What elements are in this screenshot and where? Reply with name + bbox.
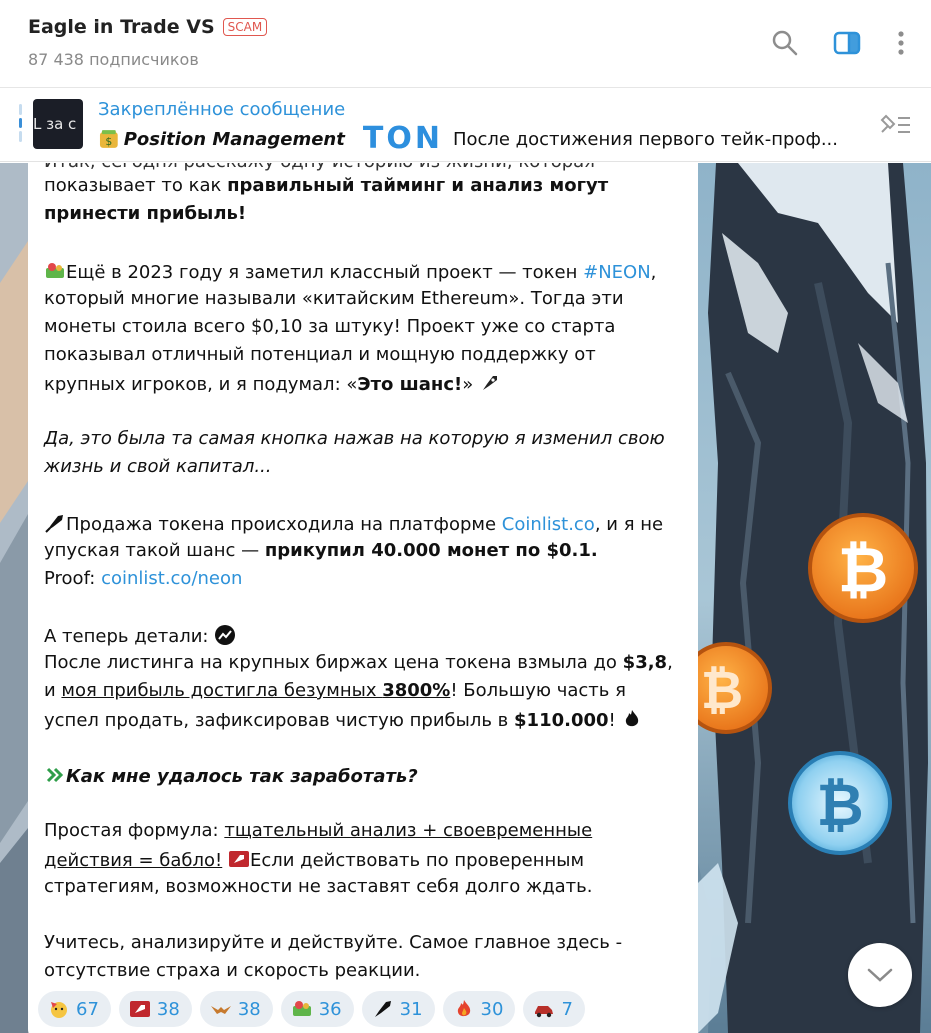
svg-text:₿: ₿ bbox=[701, 661, 743, 721]
message-heading: Как мне удалось так заработать? bbox=[44, 764, 418, 788]
message-line: крупных игроков, и я подумал: «Это шанс!… bbox=[44, 372, 501, 396]
neon-hashtag-link[interactable]: #NEON bbox=[583, 262, 651, 283]
rocket-icon bbox=[482, 376, 497, 390]
bitcoin-coin-2: ₿ bbox=[698, 642, 772, 734]
coinlist-neon-link[interactable]: coinlist.co/neon bbox=[101, 568, 242, 589]
reaction-chip[interactable]: 38 bbox=[199, 991, 273, 1027]
channel-title[interactable]: Eagle in Trade VS bbox=[28, 16, 215, 38]
scroll-to-bottom-button[interactable] bbox=[848, 943, 912, 1007]
svg-text:$: $ bbox=[105, 135, 112, 148]
message-line: Продажа токена происходила на платформе … bbox=[44, 512, 663, 536]
message-line: и моя прибыль достигла безумных 3800%! Б… bbox=[44, 680, 626, 701]
message-line: монеты стоила всего $0,10 за штуку! Прое… bbox=[44, 316, 616, 337]
party-face-icon bbox=[51, 1002, 67, 1018]
fire-icon bbox=[626, 710, 639, 727]
pin-indicator bbox=[19, 104, 22, 143]
reaction-count: 38 bbox=[237, 998, 261, 1020]
pinned-preview-title: Position Management bbox=[123, 128, 345, 150]
rocket-gift-icon bbox=[129, 1001, 150, 1017]
chat-header: Eagle in Trade VS SCAM 87 438 подписчико… bbox=[0, 0, 931, 88]
message-line: успел продать, зафиксировав чистую прибы… bbox=[44, 708, 643, 732]
chevron-down-icon bbox=[867, 968, 893, 982]
message-line: стратегиям, возможности не заставят себя… bbox=[44, 876, 593, 897]
message-line: А теперь детали: bbox=[44, 624, 236, 648]
car-icon bbox=[535, 1006, 554, 1018]
message-line: Ещё в 2023 году я заметил классный проек… bbox=[44, 260, 656, 284]
money-pile-icon bbox=[46, 263, 64, 278]
pinned-label[interactable]: Закреплённое сообщение bbox=[98, 99, 345, 120]
unpin-list-icon[interactable] bbox=[876, 110, 912, 138]
message-line: показывал отличный потенциал и мощную по… bbox=[44, 344, 596, 365]
reaction-count: 36 bbox=[318, 998, 342, 1020]
double-chevron-icon bbox=[46, 767, 64, 783]
message-line: жизнь и свой капитал... bbox=[44, 456, 272, 477]
rocket-icon bbox=[374, 1001, 391, 1017]
chat-area[interactable]: Итак, сегодня расскажу одну историю из ж… bbox=[0, 163, 931, 1033]
reaction-count: 38 bbox=[156, 998, 180, 1020]
message-line: Учитесь, анализируйте и действуйте. Само… bbox=[44, 932, 623, 953]
rocket-gift-icon bbox=[228, 851, 249, 867]
bitcoin-coin-3: ₿ bbox=[788, 751, 892, 855]
message-line: принести прибыль! bbox=[44, 203, 247, 224]
pinned-preview[interactable]: $ Position Management TON После достижен… bbox=[98, 125, 838, 153]
more-menu-icon[interactable] bbox=[886, 28, 916, 58]
subscriber-count: 87 438 подписчиков bbox=[28, 50, 199, 69]
message-line: отсутствие страха и скорость реакции. bbox=[44, 960, 421, 981]
rocket-icon bbox=[45, 515, 63, 533]
money-bag-icon: $ bbox=[99, 130, 118, 148]
reaction-chip[interactable]: 36 bbox=[280, 991, 354, 1027]
svg-text:₿: ₿ bbox=[816, 771, 863, 839]
coinlist-link[interactable]: Coinlist.co bbox=[502, 514, 595, 535]
message-line: После листинга на крупных биржах цена то… bbox=[44, 652, 673, 673]
pinned-thumbnail-text: L за с bbox=[33, 115, 77, 133]
search-icon[interactable] bbox=[770, 28, 800, 58]
reaction-chip[interactable]: 7 bbox=[523, 991, 585, 1027]
message-line: упуская такой шанс — прикупил 40.000 мон… bbox=[44, 540, 598, 561]
reaction-chip[interactable]: 38 bbox=[118, 991, 192, 1027]
ton-logo: TON bbox=[362, 125, 443, 153]
eagle-icon bbox=[210, 1006, 231, 1014]
pinned-preview-text: После достижения первого тейк-проф... bbox=[452, 128, 838, 150]
message-media-image[interactable]: ₿ ₿ ₿ bbox=[698, 163, 931, 1033]
message-line: действия = бабло! Если действовать по пр… bbox=[44, 850, 585, 871]
reaction-chip[interactable]: 31 bbox=[361, 991, 435, 1027]
reaction-count: 67 bbox=[76, 998, 99, 1020]
bitcoin-coin-1: ₿ bbox=[808, 513, 918, 623]
pinned-thumbnail[interactable]: L за с bbox=[33, 99, 83, 149]
reaction-chip[interactable]: 67 bbox=[38, 991, 111, 1027]
message-line: Proof: coinlist.co/neon bbox=[44, 568, 243, 589]
sidebar-toggle-icon[interactable] bbox=[832, 28, 862, 58]
message-line: Простая формула: тщательный анализ + сво… bbox=[44, 820, 593, 841]
reaction-count: 30 bbox=[480, 998, 504, 1020]
svg-text:₿: ₿ bbox=[838, 533, 889, 606]
message-line: Да, это была та самая кнопка нажав на ко… bbox=[44, 428, 665, 449]
reaction-chip[interactable]: 30 bbox=[442, 991, 516, 1027]
message-line-cut: Итак, сегодня расскажу одну историю из ж… bbox=[44, 163, 595, 173]
money-pile-icon bbox=[292, 1001, 311, 1016]
fire-icon bbox=[457, 1000, 470, 1017]
reactions-bar: 67 38 38 36 31 30 7 bbox=[38, 991, 585, 1027]
reaction-count: 31 bbox=[399, 998, 423, 1020]
chart-up-icon bbox=[215, 625, 236, 645]
scam-badge: SCAM bbox=[222, 18, 268, 36]
message-line: который многие называли «китайским Ether… bbox=[44, 288, 624, 309]
channel-title-row[interactable]: Eagle in Trade VS SCAM bbox=[28, 16, 268, 38]
reaction-count: 7 bbox=[561, 998, 573, 1020]
message-line: показывает то как правильный тайминг и а… bbox=[44, 175, 609, 196]
